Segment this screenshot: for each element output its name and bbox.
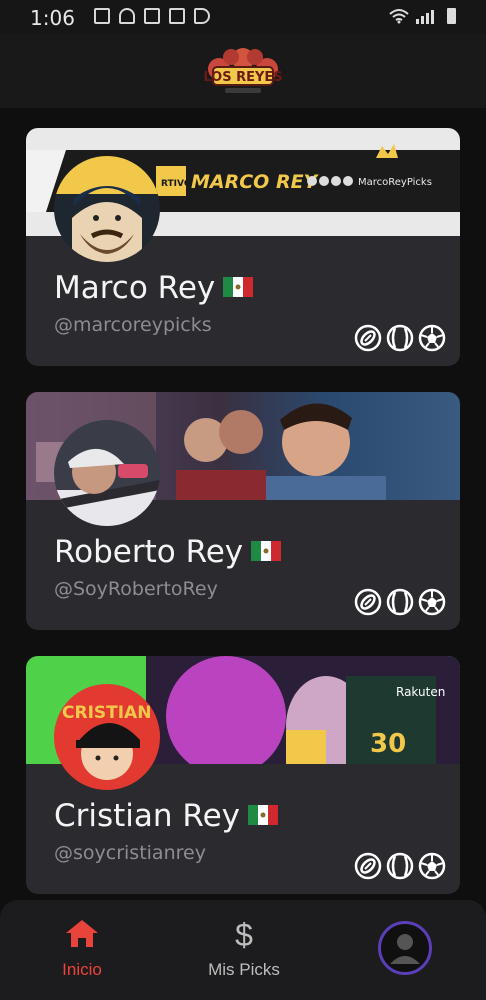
play-store-icon (194, 8, 210, 24)
banner-handle: MarcoReyPicks (358, 177, 432, 188)
tipster-card-marco[interactable]: MARCO REY RTIVO MarcoReyPicks Marco Rey … (26, 128, 460, 366)
baseball-icon (386, 324, 414, 352)
status-bar: 1:06 (0, 0, 486, 34)
tipster-handle: @SoyRobertoRey (54, 578, 218, 600)
signal-icon (416, 10, 434, 24)
los-reyes-logo: LOS REYES (203, 48, 283, 93)
football-icon (354, 852, 382, 880)
tipster-handle: @soycristianrey (54, 842, 206, 864)
tipster-card-roberto[interactable]: Roberto Rey @SoyRobertoRey (26, 392, 460, 630)
battery-icon (447, 8, 456, 24)
soccer-icon (418, 588, 446, 616)
tipster-name: Cristian Rey (54, 798, 278, 834)
mexico-flag-icon (223, 276, 254, 297)
svg-text:Rakuten: Rakuten (396, 685, 445, 699)
sports-icons (354, 852, 446, 880)
avatar (54, 420, 160, 526)
avatar: CRISTIAN REY (54, 684, 160, 790)
sports-icons (354, 324, 446, 352)
svg-text:CRISTIAN REY: CRISTIAN REY (62, 703, 160, 723)
football-icon (354, 324, 382, 352)
screen-icon (169, 8, 185, 24)
profile-button[interactable] (378, 921, 432, 975)
svg-text:LOS REYES: LOS REYES (203, 70, 282, 85)
sports-icons (354, 588, 446, 616)
wifi-icon (389, 9, 409, 24)
tipster-card-cristian[interactable]: 30 Rakuten CRISTIAN REY Cristian Rey @so… (26, 656, 460, 894)
nav-home-label: Inicio (62, 960, 102, 979)
app-header: LOS REYES (0, 34, 486, 108)
nav-my-picks[interactable]: $ Mis Picks (196, 918, 292, 982)
bottom-nav: Inicio $ Mis Picks (0, 900, 486, 1000)
banner-tag: RTIVO (161, 179, 192, 189)
soccer-icon (418, 324, 446, 352)
football-icon (354, 588, 382, 616)
banner-title: MARCO REY (191, 171, 320, 193)
tipster-name: Marco Rey (54, 270, 254, 306)
soccer-icon (418, 852, 446, 880)
status-time: 1:06 (30, 6, 75, 30)
tipster-handle: @marcoreypicks (54, 314, 212, 336)
system-icons (389, 8, 456, 24)
baseball-icon (386, 588, 414, 616)
baseball-icon (386, 852, 414, 880)
tipster-name: Roberto Rey (54, 534, 282, 570)
nav-home[interactable]: Inicio (50, 918, 114, 982)
mexico-flag-icon (248, 804, 278, 825)
dollar-icon: $ (235, 917, 253, 953)
avatar (54, 156, 160, 262)
drive-icon (119, 8, 135, 24)
svg-text:30: 30 (370, 729, 406, 759)
home-icon (66, 920, 98, 947)
notification-icons (94, 8, 210, 24)
gmail-icon (94, 8, 110, 24)
user-avatar-icon (390, 934, 420, 964)
nav-my-picks-label: Mis Picks (208, 960, 280, 979)
mexico-flag-icon (251, 540, 282, 561)
image-icon (144, 8, 160, 24)
